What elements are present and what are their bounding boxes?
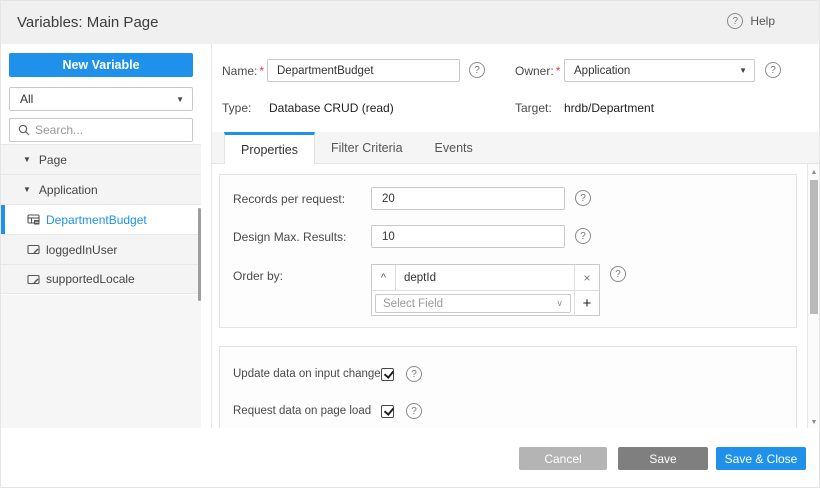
- scroll-down-icon[interactable]: ▼: [808, 416, 819, 428]
- select-field-dropdown[interactable]: Select Field ∨: [375, 294, 571, 313]
- save-and-close-button[interactable]: Save & Close: [716, 447, 806, 470]
- close-icon: ×: [583, 270, 591, 285]
- dialog-footer: Cancel Save Save & Close: [1, 428, 819, 487]
- sidebar-item-supportedlocale[interactable]: supportedLocale: [1, 264, 201, 294]
- name-label: Name: *: [222, 64, 264, 78]
- name-help-icon[interactable]: ?: [469, 62, 485, 78]
- tab-filter-criteria[interactable]: Filter Criteria: [315, 132, 419, 163]
- update-on-change-checkbox[interactable]: [381, 367, 394, 381]
- name-input[interactable]: [267, 59, 460, 82]
- update-on-change-label: Update data on input change: [233, 368, 381, 380]
- variables-tree: ▼ Page ▼ Application DepartmentBudget lo…: [1, 144, 201, 294]
- live-variable-icon: [27, 273, 40, 286]
- sort-asc-icon: ^: [380, 271, 387, 284]
- owner-label: Owner: *: [515, 64, 560, 78]
- design-max-results-label: Design Max. Results:: [233, 230, 347, 244]
- scroll-up-icon[interactable]: ▲: [808, 166, 819, 178]
- caret-down-icon[interactable]: ▼: [23, 185, 31, 194]
- add-order-field-button[interactable]: +: [574, 291, 599, 316]
- sidebar-item-departmentbudget[interactable]: DepartmentBudget: [1, 204, 201, 234]
- variable-search: [9, 118, 193, 142]
- chevron-down-icon: ▼: [739, 66, 747, 75]
- tree-item-label: loggedInUser: [46, 242, 118, 257]
- save-button[interactable]: Save: [618, 447, 708, 470]
- caret-down-icon[interactable]: ▼: [23, 155, 31, 164]
- max-results-help-icon[interactable]: ?: [575, 228, 591, 244]
- update-on-change-help-icon[interactable]: ?: [406, 366, 422, 382]
- sidebar-item-application[interactable]: ▼ Application: [1, 174, 201, 204]
- order-by-field-value[interactable]: deptId: [396, 265, 574, 291]
- tree-item-label: supportedLocale: [46, 272, 135, 286]
- owner-help-icon[interactable]: ?: [765, 62, 781, 78]
- filter-selected-value: All: [20, 92, 34, 106]
- type-value: Database CRUD (read): [269, 101, 394, 115]
- content-scrollbar[interactable]: ▲ ▼: [807, 164, 819, 429]
- page-title: Variables: Main Page: [17, 14, 159, 31]
- records-per-request-row: Records per request: ?: [220, 187, 796, 210]
- order-by-widget: ^ deptId × Select Field ∨ +: [371, 264, 600, 316]
- order-by-label: Order by:: [233, 269, 284, 283]
- records-per-request-label: Records per request:: [233, 192, 346, 206]
- request-on-load-checkbox[interactable]: [381, 404, 394, 418]
- tab-properties[interactable]: Properties: [224, 132, 315, 164]
- design-max-results-row: Design Max. Results: ?: [220, 225, 796, 248]
- owner-selected-value: Application: [574, 64, 631, 77]
- live-variable-icon: [27, 243, 40, 256]
- help-icon[interactable]: ?: [727, 13, 744, 29]
- name-label-text: Name:: [222, 64, 258, 78]
- request-on-load-row: Request data on page load ?: [233, 403, 422, 419]
- type-label: Type:: [222, 101, 252, 115]
- remove-order-field-button[interactable]: ×: [574, 265, 599, 291]
- cancel-button[interactable]: Cancel: [519, 447, 607, 470]
- properties-group: Records per request: ? Design Max. Resul…: [219, 174, 797, 328]
- dialog-header: Variables: Main Page ? Help: [1, 1, 819, 44]
- variables-sidebar: New Variable All ▼ ▼ Page ▼ Application: [1, 44, 201, 430]
- detail-tabbar: Properties Filter Criteria Events: [212, 132, 819, 164]
- search-icon: [18, 124, 30, 136]
- sort-ascending-button[interactable]: ^: [372, 265, 396, 291]
- records-per-request-input[interactable]: [371, 187, 565, 210]
- tab-events[interactable]: Events: [419, 132, 489, 163]
- order-field-select-cell: Select Field ∨: [372, 291, 574, 316]
- required-asterisk: *: [259, 64, 265, 78]
- owner-label-text: Owner:: [515, 64, 554, 78]
- variable-filter-select[interactable]: All ▼: [9, 87, 193, 111]
- request-on-load-label: Request data on page load: [233, 405, 372, 417]
- new-variable-button[interactable]: New Variable: [9, 53, 193, 77]
- chevron-down-icon: ▼: [176, 94, 184, 104]
- update-on-change-row: Update data on input change ?: [233, 366, 422, 382]
- records-help-icon[interactable]: ?: [575, 190, 591, 206]
- variables-dialog: Variables: Main Page ? Help New Variable…: [0, 0, 820, 488]
- target-label: Target:: [515, 101, 552, 115]
- behavior-group: Update data on input change ? Request da…: [219, 346, 797, 429]
- tree-item-label: DepartmentBudget: [46, 212, 147, 227]
- sidebar-item-loggedinuser[interactable]: loggedInUser: [1, 234, 201, 264]
- sidebar-empty-area: [1, 295, 201, 430]
- plus-icon: +: [582, 295, 592, 312]
- content-scrollbar-thumb[interactable]: [810, 180, 818, 314]
- help-label: Help: [750, 14, 775, 28]
- order-by-row: Order by: ^ deptId × Select Field ∨ + ?: [220, 264, 796, 316]
- required-asterisk: *: [555, 64, 561, 78]
- owner-select[interactable]: Application ▼: [564, 59, 755, 82]
- tree-item-label: Application: [38, 182, 98, 197]
- sidebar-scrollbar-thumb[interactable]: [198, 208, 201, 301]
- variable-detail-panel: Name:* ? Owner:* Application ▼ ? Type: D…: [211, 44, 819, 430]
- select-field-placeholder: Select Field: [383, 297, 444, 310]
- order-by-help-icon[interactable]: ?: [610, 266, 626, 282]
- search-input[interactable]: [35, 123, 192, 137]
- help-link[interactable]: ? Help: [727, 13, 775, 29]
- tree-item-label: Page: [38, 152, 67, 167]
- database-crud-variable-icon: [27, 213, 40, 226]
- request-on-load-help-icon[interactable]: ?: [406, 403, 422, 419]
- chevron-down-icon: ∨: [556, 298, 563, 308]
- target-value: hrdb/Department: [564, 101, 655, 115]
- design-max-results-input[interactable]: [371, 225, 565, 248]
- sidebar-item-page[interactable]: ▼ Page: [1, 144, 201, 174]
